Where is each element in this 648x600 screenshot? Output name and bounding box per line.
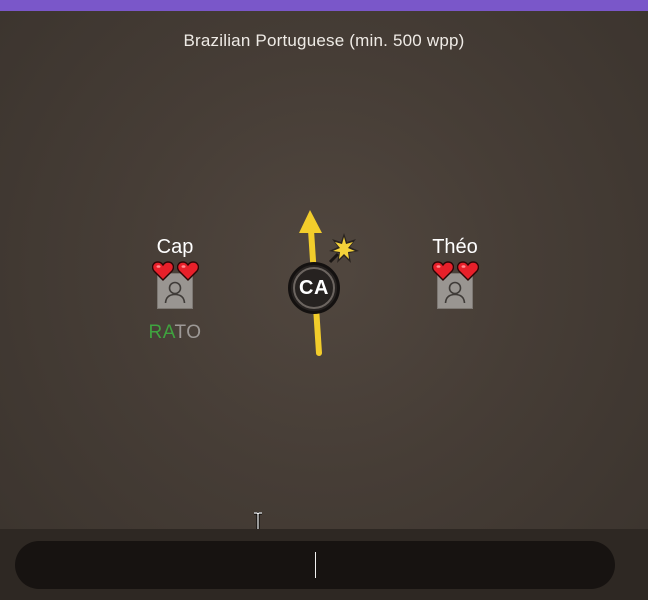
heart-icon: [176, 261, 199, 283]
player-name: Cap: [156, 236, 194, 258]
current-word: RATO: [130, 322, 220, 344]
word-typed-letters: RA: [148, 322, 175, 343]
bomb-syllable: CA: [293, 267, 335, 309]
spark-icon: [328, 233, 359, 264]
bomb-area: CA: [270, 200, 380, 370]
lives: [130, 261, 220, 283]
game-title: Brazilian Portuguese (min. 500 wpp): [183, 31, 465, 50]
heart-icon: [151, 261, 174, 283]
heart-icon: [456, 261, 479, 283]
text-caret: [315, 552, 316, 578]
lives: [410, 261, 500, 283]
person-placeholder-icon: [444, 281, 466, 304]
game-stage: Brazilian Portuguese (min. 500 wpp) Cap …: [0, 0, 648, 600]
player-cap: Cap RATO: [130, 236, 220, 344]
player-name: Théo: [432, 236, 478, 258]
heart-icon: [431, 261, 454, 283]
top-accent-bar: [0, 0, 648, 11]
word-remaining-letters: TO: [174, 322, 202, 343]
person-placeholder-icon: [164, 281, 186, 304]
bomb: CA: [288, 262, 340, 314]
player-theo: Théo: [410, 236, 500, 322]
